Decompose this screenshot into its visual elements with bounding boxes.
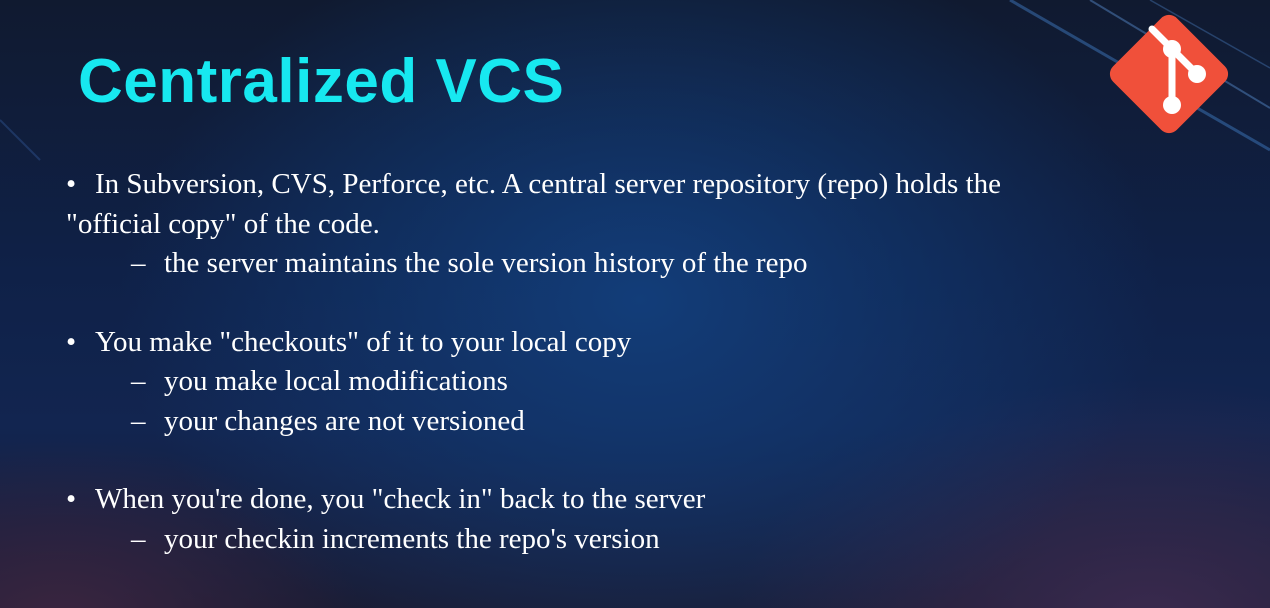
sub-bullet-item: – you make local modifications xyxy=(66,362,1226,402)
sub-bullet-item: – your checkin increments the repo's ver… xyxy=(66,520,1226,560)
slide: Centralized VCS • In Subversion, CVS, Pe… xyxy=(0,0,1270,608)
sub-bullet-text: your changes are not versioned xyxy=(164,404,525,437)
bullet-text: You make "checkouts" of it to your local… xyxy=(95,325,632,358)
sub-bullet-dash: – xyxy=(131,522,146,555)
sub-bullet-dash: – xyxy=(131,247,146,279)
bullet-dot: • xyxy=(66,168,77,200)
bullet-dot: • xyxy=(66,483,77,515)
bullet-text-continuation: "official copy" of the code. xyxy=(66,207,380,240)
sub-bullet-text: the server maintains the sole version hi… xyxy=(164,247,808,279)
bullet-text: When you're done, you "check in" back to… xyxy=(95,483,706,515)
slide-title: Centralized VCS xyxy=(78,47,565,116)
bullet-dot: • xyxy=(66,325,77,358)
bullet-text: In Subversion, CVS, Perforce, etc. A cen… xyxy=(95,168,1002,200)
git-logo-icon xyxy=(1109,14,1229,134)
sub-bullet-dash: – xyxy=(131,365,146,397)
sub-bullet-text: your checkin increments the repo's versi… xyxy=(164,522,660,555)
sub-bullet-dash: – xyxy=(131,404,146,437)
sub-bullet-text: you make local modifications xyxy=(164,365,508,397)
bullet-item: • In Subversion, CVS, Perforce, etc. A c… xyxy=(66,165,1226,205)
bullet-item-continuation: "official copy" of the code. xyxy=(66,205,1226,245)
sub-bullet-item: – the server maintains the sole version … xyxy=(66,244,1226,284)
bullet-item: • You make "checkouts" of it to your loc… xyxy=(66,323,1226,363)
sub-bullet-item: – your changes are not versioned xyxy=(66,402,1226,442)
bullet-list: • In Subversion, CVS, Perforce, etc. A c… xyxy=(66,165,1226,559)
bullet-item: • When you're done, you "check in" back … xyxy=(66,480,1226,520)
